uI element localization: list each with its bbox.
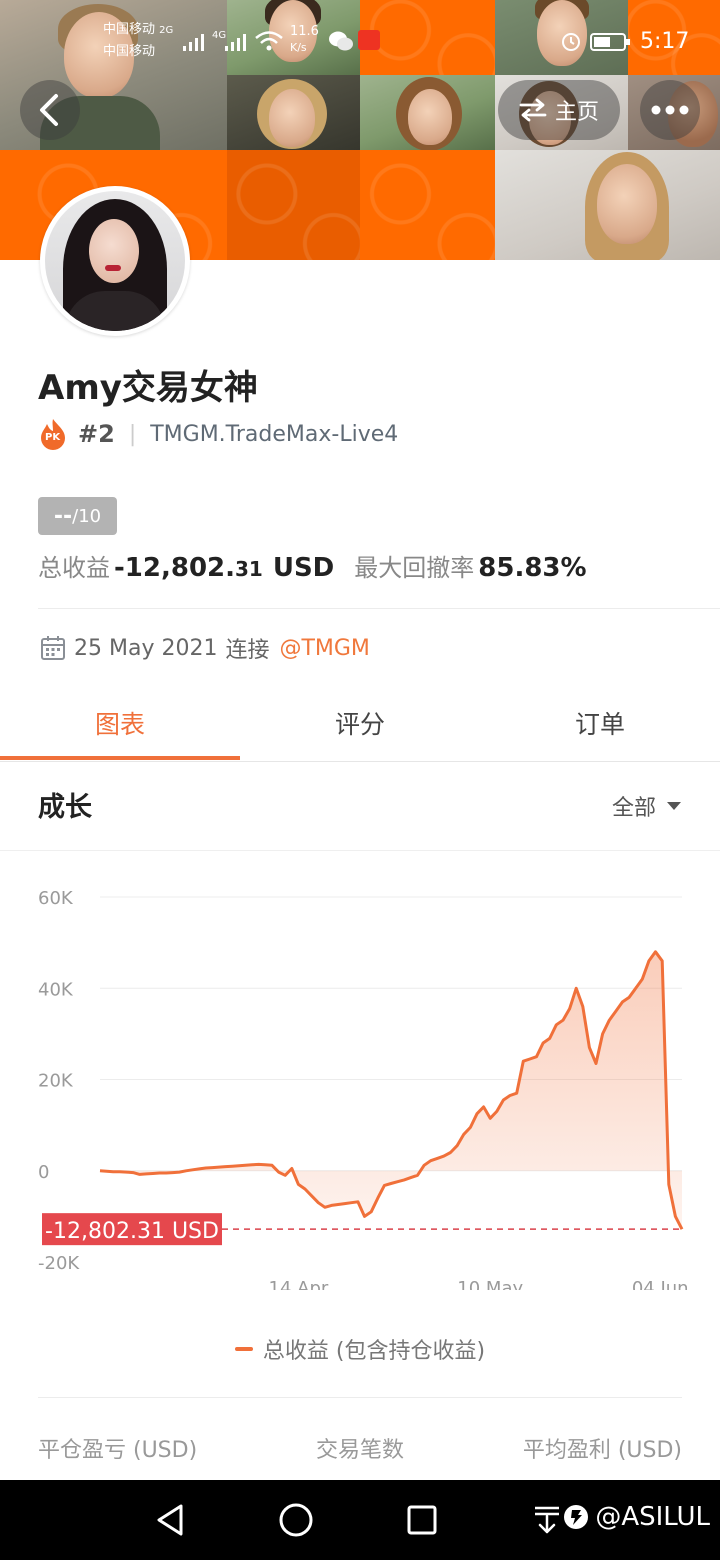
cover-pattern [360, 150, 495, 260]
back-button[interactable] [20, 80, 80, 140]
rank-value: #2 [78, 420, 115, 448]
total-profit-label: 总收益 [38, 554, 110, 582]
connect-date: 25 May 2021 [74, 635, 218, 661]
y-tick-label: 40K [38, 979, 74, 1000]
network-speed: 11.6 K/s [290, 24, 319, 54]
chart-legend: 总收益 (包含持仓收益) [0, 1333, 720, 1365]
status-carrier-1: 中国移动 2G [103, 22, 174, 37]
alarm-icon [560, 30, 582, 56]
tab-chart[interactable]: 图表 [0, 700, 240, 750]
home-button[interactable]: 主页 [498, 80, 620, 140]
divider [38, 1397, 682, 1398]
cover-pattern [227, 150, 360, 260]
cover-photo [360, 75, 495, 150]
rank-row: PK #2 | TMGM.TradeMax-Live4 [38, 416, 398, 452]
watermark: @ASILUL [563, 1502, 710, 1532]
divider [0, 850, 720, 851]
y-tick-label: 20K [38, 1071, 74, 1092]
growth-chart: 60K 40K 20K 0 -20K -12,802.31 USD 14 Apr 10 May… [0, 870, 720, 1299]
legend-label: 总收益 (包含持仓收益) [262, 1339, 486, 1364]
status-carrier-2: 中国移动 [103, 44, 156, 59]
divider: | [128, 421, 137, 447]
range-dropdown[interactable]: 全部 [612, 790, 682, 822]
cover-photo [227, 75, 360, 150]
avg-profit-label: 平均盈利 (USD) [522, 1438, 682, 1463]
calendar-icon [41, 636, 65, 660]
switch-arrows-icon [519, 98, 547, 122]
cover-pattern [360, 0, 495, 75]
signal-icon [182, 32, 208, 56]
triangle-back-icon [157, 1504, 183, 1536]
avatar[interactable] [40, 186, 190, 336]
connect-info: 25 May 2021 连接 @TMGM [40, 630, 370, 666]
system-nav-bar: @ASILUL [0, 1480, 720, 1560]
x-tick-label: 04 Jun [632, 1278, 689, 1290]
triangle-down-icon [667, 802, 681, 810]
server-name: TMGM.TradeMax-Live4 [150, 421, 399, 447]
series-area [100, 951, 682, 1230]
nav-recents-button[interactable] [392, 1480, 452, 1560]
total-profit-value: -12,802. [114, 553, 235, 583]
connect-text: 连接 [225, 638, 270, 663]
divider [0, 761, 720, 762]
wifi-icon [254, 30, 284, 56]
chevron-left-icon [40, 94, 58, 126]
x-tick-label: 10 May [457, 1278, 523, 1290]
x-tick-label: 14 Apr [269, 1278, 329, 1290]
broker-link[interactable]: @TMGM [279, 636, 369, 661]
more-dots-icon [651, 105, 689, 115]
current-value-label: -12,802.31 USD [45, 1219, 219, 1244]
pull-down-icon [535, 1506, 559, 1534]
y-tick-label: -20K [38, 1253, 80, 1274]
total-profit-unit: USD [272, 553, 335, 583]
tab-orders[interactable]: 订单 [480, 700, 720, 750]
wechat-icon [328, 30, 354, 56]
total-profit-cents: 31 [235, 557, 263, 581]
weibo-logo-icon [564, 1505, 589, 1529]
square-recents-icon [407, 1505, 437, 1535]
user-name: Amy交易女神 [38, 368, 258, 408]
range-label: 全部 [611, 796, 656, 821]
tab-active-indicator [0, 756, 240, 760]
growth-title: 成长 [38, 792, 92, 823]
cover-photo [495, 150, 720, 260]
score-value: -- [53, 503, 73, 529]
divider [38, 608, 720, 609]
max-drawdown-value: 85.83% [478, 553, 587, 583]
signal-icon [224, 32, 250, 56]
nav-home-button[interactable] [266, 1480, 326, 1560]
pk-badge-text: PK [45, 432, 61, 443]
score-badge: -- /10 [38, 497, 117, 535]
status-time: 5:17 [640, 29, 690, 54]
avatar-image [45, 191, 185, 331]
legend-swatch [234, 1347, 253, 1351]
nav-back-button[interactable] [140, 1480, 200, 1560]
more-button[interactable] [640, 80, 700, 140]
home-button-label: 主页 [554, 100, 599, 125]
stats-row: 总收益 -12,802. 31 USD 最大回撤率 85.83% [38, 548, 587, 588]
app-notification-icon [358, 30, 380, 50]
tab-rating[interactable]: 评分 [240, 700, 480, 750]
battery-icon [590, 32, 632, 56]
watermark-text: @ASILUL [595, 1502, 710, 1532]
y-tick-label: 60K [38, 888, 74, 909]
y-tick-label: 0 [38, 1162, 49, 1183]
score-max: /10 [72, 505, 102, 527]
max-drawdown-label: 最大回撤率 [354, 554, 475, 582]
pk-flame-icon: PK [38, 418, 68, 450]
circle-home-icon [279, 1503, 313, 1537]
